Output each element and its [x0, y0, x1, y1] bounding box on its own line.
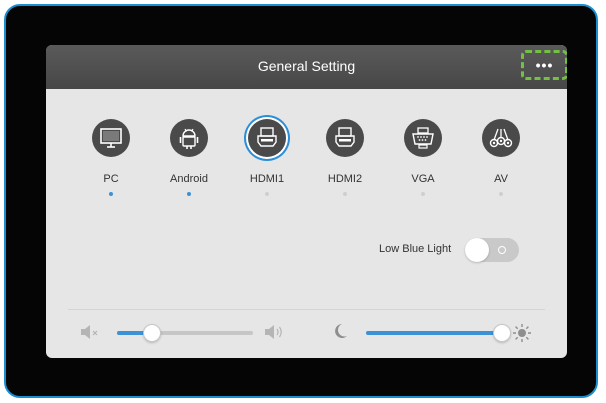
source-hdmi2[interactable]: HDMI2: [315, 117, 375, 196]
brightness-slider-handle[interactable]: [493, 324, 511, 342]
title-bar: General Setting •••: [46, 45, 567, 89]
divider: [68, 309, 545, 310]
hdmi-icon: [326, 119, 364, 157]
source-hdmi1[interactable]: HDMI1: [237, 117, 297, 196]
source-indicator: [343, 192, 347, 196]
more-dots-icon: •••: [535, 57, 554, 73]
source-vga[interactable]: VGA: [393, 117, 453, 196]
monitor-icon: [92, 119, 130, 157]
source-label: VGA: [411, 173, 435, 185]
source-label: HDMI2: [327, 173, 363, 185]
volume-slider-handle[interactable]: [143, 324, 161, 342]
low-blue-light-label: Low Blue Light: [379, 243, 452, 255]
volume-mute-icon: [81, 325, 98, 339]
source-indicator: [187, 192, 191, 196]
input-source-list: PC Android HDMI1 HDMI2 VGA AV: [46, 117, 567, 207]
source-av[interactable]: AV: [471, 117, 531, 196]
source-indicator: [109, 192, 113, 196]
more-options-button[interactable]: •••: [521, 50, 567, 80]
general-setting-panel: General Setting ••• PC Android HDMI1 HDM…: [46, 45, 567, 358]
brightness-slider-fill: [366, 331, 502, 335]
vga-icon: [404, 119, 442, 157]
moon-icon: [335, 324, 347, 338]
source-indicator: [265, 192, 269, 196]
source-android[interactable]: Android: [159, 117, 219, 196]
source-label: HDMI1: [249, 173, 285, 185]
volume-up-icon: [265, 325, 282, 339]
source-indicator: [421, 192, 425, 196]
av-icon: [482, 119, 520, 157]
source-pc[interactable]: PC: [81, 117, 141, 196]
source-label: PC: [103, 173, 119, 185]
low-blue-light-toggle[interactable]: [465, 238, 519, 262]
source-label: Android: [170, 173, 208, 185]
source-indicator: [499, 192, 503, 196]
toggle-knob: [465, 238, 489, 262]
source-label: AV: [494, 173, 508, 185]
hdmi-icon: [248, 119, 286, 157]
android-icon: [170, 119, 208, 157]
toggle-off-icon: [498, 246, 506, 254]
sun-icon: [513, 324, 531, 342]
page-title: General Setting: [257, 58, 356, 74]
